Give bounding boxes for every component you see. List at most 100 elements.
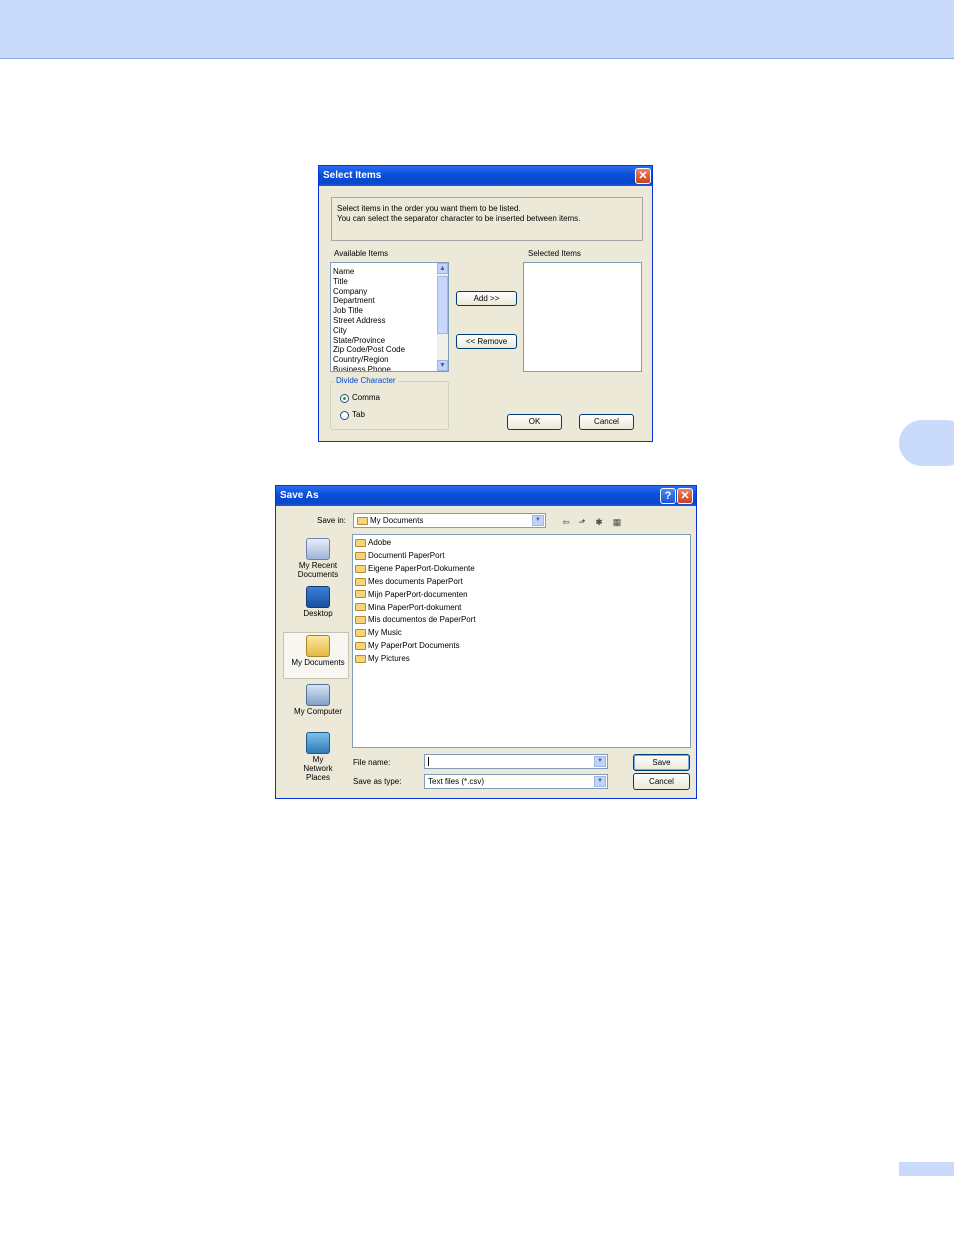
file-name-text: My Pictures <box>368 654 410 664</box>
chevron-down-icon[interactable]: ▼ <box>594 756 606 767</box>
file-list-item[interactable]: Mis documentos de PaperPort <box>355 614 476 626</box>
file-name-text: Mes documents PaperPort <box>368 576 463 586</box>
available-item[interactable]: State/Province <box>333 336 385 345</box>
available-item[interactable]: Job Title <box>333 306 363 315</box>
file-name-text: Adobe <box>368 538 392 547</box>
new-folder-icon[interactable]: ✱ <box>592 516 606 528</box>
file-list-item[interactable]: Eigene PaperPort-Dokumente <box>355 563 475 575</box>
my-computer-icon <box>306 684 330 706</box>
place-my-documents[interactable]: My Documents <box>286 635 350 667</box>
chevron-down-icon[interactable]: ▼ <box>532 515 544 526</box>
file-list-item[interactable]: Documenti PaperPort <box>355 550 444 562</box>
file-list-item[interactable]: My PaperPort Documents <box>355 640 460 652</box>
tab-label[interactable]: Tab <box>352 410 365 419</box>
divide-character-group <box>330 381 449 430</box>
save-as-titlebar: Save As <box>276 486 696 506</box>
save-as-type-label: Save as type: <box>353 777 402 786</box>
scroll-thumb[interactable] <box>437 276 448 334</box>
save-in-label: Save in: <box>317 516 346 525</box>
cancel-button[interactable]: Cancel <box>579 414 634 430</box>
folder-icon <box>355 642 366 651</box>
available-items-scrollbar[interactable]: ▲ ▼ <box>437 263 448 371</box>
folder-icon <box>355 603 366 612</box>
place-my-computer[interactable]: My Computer <box>286 684 350 716</box>
file-name-text: My PaperPort Documents <box>368 641 460 651</box>
place-desktop[interactable]: Desktop <box>286 586 350 618</box>
file-name-label: File name: <box>353 758 391 767</box>
folder-icon <box>355 564 366 573</box>
select-items-title: Select Items <box>323 170 382 181</box>
back-arrow-icon[interactable]: ⇦ <box>559 516 573 528</box>
save-in-dropdown[interactable]: My Documents ▼ <box>353 513 546 528</box>
folder-icon <box>355 590 366 599</box>
help-button[interactable]: ? <box>660 488 676 504</box>
chevron-down-icon[interactable]: ▼ <box>594 776 606 787</box>
text-cursor <box>428 757 429 767</box>
place-label: My Documents <box>291 658 345 667</box>
add-button[interactable]: Add >> <box>456 291 517 306</box>
available-item[interactable]: Department <box>333 296 375 305</box>
save-button[interactable]: Save <box>633 754 690 771</box>
available-items-list[interactable]: Name Title Company Department Job Title Stree… <box>330 262 449 372</box>
page-number-tab <box>899 1162 954 1176</box>
page-header-band <box>0 0 954 59</box>
file-name-text: Eigene PaperPort-Dokumente <box>368 563 475 573</box>
instructions-panel: Select items in the order you want them … <box>331 197 643 241</box>
chapter-side-tab <box>899 420 954 466</box>
file-list-item[interactable]: Mina PaperPort-dokument <box>355 602 461 614</box>
place-label: My Computer <box>293 707 342 716</box>
file-list-item[interactable]: Mijn PaperPort-documenten <box>355 589 468 601</box>
ok-button[interactable]: OK <box>507 414 562 430</box>
remove-button[interactable]: << Remove <box>456 334 517 349</box>
available-item[interactable]: Title <box>333 277 348 286</box>
file-name-text: Documenti PaperPort <box>368 550 445 560</box>
place-label: Desktop <box>303 609 333 618</box>
scroll-down-button[interactable]: ▼ <box>437 360 448 371</box>
file-name-text: Mis documentos de PaperPort <box>368 615 476 625</box>
file-name-input[interactable]: ▼ <box>424 754 608 769</box>
file-list-item[interactable]: Mes documents PaperPort <box>355 576 463 588</box>
desktop-icon <box>306 586 330 608</box>
close-button[interactable]: ✕ <box>635 168 651 184</box>
save-as-cancel-button[interactable]: Cancel <box>633 773 690 790</box>
selected-items-list[interactable] <box>523 262 642 372</box>
file-list-item[interactable]: My Pictures <box>355 653 410 665</box>
up-folder-icon[interactable]: ⬏ <box>575 516 589 528</box>
recent-documents-icon <box>306 538 330 560</box>
folder-icon <box>355 629 366 638</box>
folder-icon <box>355 538 366 547</box>
file-list[interactable]: Adobe Documenti PaperPort Eigene PaperPort… <box>352 534 691 748</box>
available-item[interactable]: Street Address <box>333 316 385 325</box>
help-icon: ? <box>664 490 672 502</box>
save-as-dialog: Save As ? ✕ Save in: My Documents ▼ ⇦ ⬏ … <box>275 485 697 799</box>
tab-radio[interactable] <box>340 411 349 420</box>
save-as-close-button[interactable]: ✕ <box>677 488 693 504</box>
file-list-item[interactable]: Adobe <box>355 537 391 549</box>
comma-label[interactable]: Comma <box>352 393 380 402</box>
select-items-titlebar: Select Items <box>319 166 652 186</box>
folder-icon <box>355 654 366 663</box>
available-item[interactable]: City <box>333 326 347 335</box>
place-label: My Recent Documents <box>297 561 339 579</box>
views-menu-icon[interactable]: ▦ <box>610 516 624 528</box>
instruction-line-2: You can select the separator character t… <box>337 214 581 223</box>
available-item[interactable]: Name <box>333 267 354 276</box>
available-item[interactable]: Country/Region <box>333 355 389 364</box>
place-my-recent-documents[interactable]: My Recent Documents <box>286 538 350 579</box>
file-list-item[interactable]: My Music <box>355 627 402 639</box>
scroll-up-button[interactable]: ▲ <box>437 263 448 274</box>
comma-radio[interactable] <box>340 394 349 403</box>
close-icon: ✕ <box>680 490 690 502</box>
available-items-label: Available Items <box>334 249 389 258</box>
place-label: My Network Places <box>303 755 333 782</box>
folder-icon <box>355 577 366 586</box>
place-my-network-places[interactable]: My Network Places <box>286 732 350 782</box>
folder-icon <box>355 616 366 625</box>
available-item[interactable]: Company <box>333 287 367 296</box>
file-name-text: Mijn PaperPort-documenten <box>368 589 468 599</box>
available-item[interactable]: Business Phone <box>333 365 391 371</box>
available-item[interactable]: Zip Code/Post Code <box>333 345 405 354</box>
save-in-value: My Documents <box>370 516 424 525</box>
save-as-type-dropdown[interactable]: Text files (*.csv) ▼ <box>424 774 608 789</box>
close-icon: ✕ <box>638 170 648 182</box>
